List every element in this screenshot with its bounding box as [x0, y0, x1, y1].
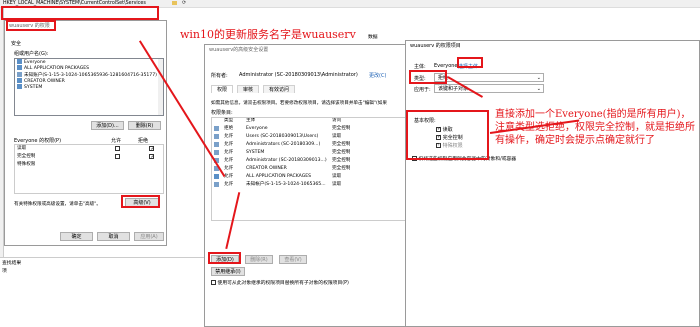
tab-effective-access[interactable]: 有效访问: [263, 85, 296, 93]
refresh-icon[interactable]: ⟳: [182, 0, 186, 6]
perm-row: 完全控制: [15, 153, 163, 161]
users-icon: [17, 59, 22, 64]
annotation-box-principal: [457, 57, 483, 68]
table-row[interactable]: 允许CREATOR OWNER完全控制父对: [212, 165, 422, 173]
package-icon: [17, 65, 22, 71]
principal-value: Everyone: [434, 63, 458, 69]
tab-auditing[interactable]: 审核: [237, 85, 260, 93]
list-item[interactable]: SYSTEM: [15, 84, 163, 90]
table-row[interactable]: 拒绝Everyone完全控制无: [212, 125, 422, 133]
deny-column: 拒绝: [138, 138, 149, 144]
table-row[interactable]: 允许Administrators (SC-20180309...)完全控制父对: [212, 141, 422, 149]
user-icon: [214, 150, 219, 155]
annotation-box-perms: [406, 110, 489, 160]
perm-row: 读取: [15, 145, 163, 153]
perm-for-label: Everyone 的权限(P): [14, 138, 62, 144]
folder-icon: [172, 1, 177, 5]
cancel-button[interactable]: 取消: [97, 232, 130, 241]
permission-entry-dialog: wuauserv 的权限项目 主体: Everyone 选择主体 类型: 拒绝 …: [405, 40, 700, 327]
replace-checkbox[interactable]: [211, 280, 216, 285]
perm-row: 特殊权限: [17, 162, 36, 167]
principal-label: 主体:: [414, 64, 426, 70]
replace-text: 使用可从此对象继承的权限项目替换所有子对象的权限项目(P): [217, 281, 349, 286]
users-icon: [17, 84, 22, 90]
remove-button[interactable]: 删除(R): [128, 121, 161, 130]
group-label: 组或用户名(G):: [14, 51, 49, 57]
regedit-status: 查找结果 项: [0, 257, 210, 274]
status-find: 查找结果: [2, 261, 22, 266]
regedit-data-column: 数据: [368, 35, 378, 40]
entry-title: wuauserv 的权限项目: [410, 43, 461, 49]
owner-label: 所有者:: [211, 73, 228, 79]
info-text: 如需其他信息，请双击权限项目。若要修改权限项目，请选择该项目并单击"编辑"(如果: [211, 101, 387, 106]
security-tab[interactable]: 安全: [11, 40, 21, 47]
adv-titlebar: wuauserv的高级安全设置: [205, 45, 423, 55]
change-owner-link[interactable]: 更改(C): [369, 72, 386, 79]
chevron-down-icon: ⌄: [536, 86, 541, 92]
deny-checkbox[interactable]: [149, 154, 155, 159]
perm-list: 读取 完全控制 特殊权限: [14, 144, 164, 194]
advanced-security-dialog: wuauserv的高级安全设置 所有者: Administrator (SC-2…: [204, 44, 424, 327]
owner-value: Administrator (SC-20180309013\Administra…: [239, 72, 358, 78]
annotation-box-advanced: [121, 195, 160, 208]
add-button[interactable]: 添加(D)...: [91, 121, 124, 130]
entries-table[interactable]: 类型 主体 访问 继承 拒绝Everyone完全控制无 允许Users (SC-…: [211, 117, 423, 221]
view-entry-button[interactable]: 查看(V): [279, 255, 307, 264]
user-list[interactable]: Everyone ALL APPLICATION PACKAGES 未知账户(S…: [14, 58, 164, 116]
replace-row[interactable]: 使用可从此对象继承的权限项目替换所有子对象的权限项目(P): [211, 279, 349, 286]
permission-dialog: wuauserv 的权限 安全 组或用户名(G): Everyone ALL A…: [4, 20, 167, 246]
user-icon: [214, 126, 219, 131]
allow-checkbox[interactable]: [115, 154, 120, 159]
user-icon: [214, 134, 219, 139]
annotation-box-address: [1, 6, 159, 20]
table-row[interactable]: 允许未知帐户(S-1-15-3-1024-1065365...读取父对: [212, 181, 422, 189]
adv-tabs: 权限 审核 有效访问: [211, 85, 421, 94]
user-icon: [214, 182, 219, 187]
table-row[interactable]: 允许Administrator (SC-20180309013...)完全控制父…: [212, 157, 422, 165]
applies-dropdown[interactable]: 该键和子对象 ⌄: [434, 84, 544, 93]
allow-column: 允许: [111, 138, 122, 144]
table-header: 类型 主体 访问 继承: [224, 118, 417, 123]
applies-label: 应用于:: [414, 87, 431, 93]
apply-button[interactable]: 应用(A): [134, 232, 164, 241]
entries-label: 权限条目:: [211, 110, 233, 116]
user-icon: [17, 71, 22, 77]
users-icon: [17, 77, 22, 83]
list-scrollbar[interactable]: [158, 59, 163, 115]
annotation-side: 直接添加一个Everyone(指的是所有用户)，注意类型选拒绝，权限完全控制，就…: [495, 109, 695, 146]
table-row[interactable]: 允许ALL APPLICATION PACKAGES读取父对: [212, 173, 422, 181]
user-icon: [214, 142, 219, 147]
tab-permissions[interactable]: 权限: [211, 85, 234, 93]
adv-title: wuauserv的高级安全设置: [209, 47, 269, 53]
annotation-box-title: [6, 20, 56, 31]
entry-titlebar: wuauserv 的权限项目: [406, 41, 699, 51]
special-text: 有关特殊权限或高级设置，请单击"高级"。: [14, 202, 101, 207]
annotation-box-add: [208, 252, 241, 264]
table-row[interactable]: 允许Users (SC-20180309013\Users)读取父对: [212, 133, 422, 141]
chevron-down-icon: ⌄: [536, 75, 541, 81]
status-item: 项: [2, 269, 7, 274]
package-icon: [214, 174, 219, 179]
table-row[interactable]: 允许SYSTEM完全控制父对: [212, 149, 422, 157]
disable-inheritance-button[interactable]: 禁用继承(I): [211, 267, 245, 276]
ok-button[interactable]: 确定: [60, 232, 93, 241]
annotation-top: win10的更新服务名字是wuauserv: [180, 28, 356, 41]
allow-checkbox[interactable]: [115, 146, 120, 151]
annotation-box-type: [409, 70, 447, 84]
deny-checkbox[interactable]: [149, 146, 155, 151]
remove-entry-button[interactable]: 删除(R): [245, 255, 273, 264]
